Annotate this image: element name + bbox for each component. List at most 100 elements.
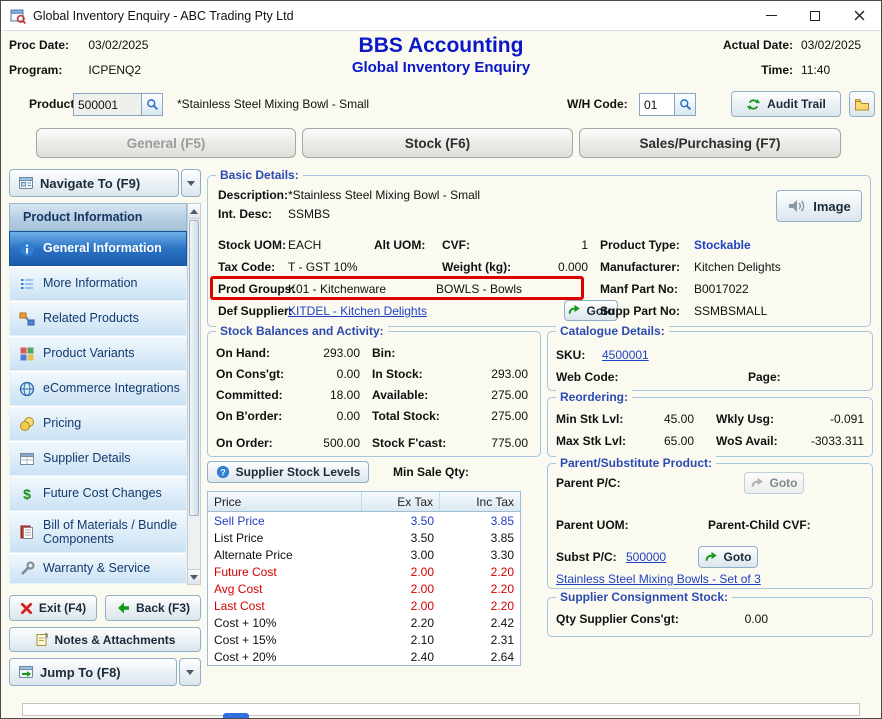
jump-to-dropdown[interactable] bbox=[179, 658, 201, 686]
product-lookup-button[interactable] bbox=[141, 94, 162, 115]
sidebar-item-label: Future Cost Changes bbox=[43, 486, 162, 500]
wh-lookup-button[interactable] bbox=[674, 94, 695, 115]
bom-icon bbox=[19, 524, 35, 540]
sidebar-item-more-information[interactable]: More Information bbox=[9, 266, 187, 301]
price-inc-tax: 2.20 bbox=[440, 582, 520, 596]
minimize-button[interactable] bbox=[749, 1, 793, 30]
price-row[interactable]: Cost + 20% 2.40 2.64 bbox=[208, 648, 520, 665]
navigate-to-dropdown[interactable] bbox=[181, 169, 201, 197]
sidebar-item-pricing[interactable]: Pricing bbox=[9, 406, 187, 441]
web-code-label: Web Code: bbox=[556, 370, 618, 384]
total-stock-value: 275.00 bbox=[436, 409, 528, 423]
close-icon bbox=[854, 10, 865, 21]
price-inc-tax: 2.31 bbox=[440, 633, 520, 647]
stock-row: On Cons'gt: 0.00 In Stock: 293.00 bbox=[208, 367, 540, 383]
titlebar: Global Inventory Enquiry - ABC Trading P… bbox=[1, 1, 881, 31]
sidebar-item-bill-of-materials[interactable]: Bill of Materials / Bundle Components bbox=[9, 511, 187, 553]
proc-date-value: 03/02/2025 bbox=[88, 38, 148, 52]
tab-general[interactable]: General (F5) bbox=[36, 128, 296, 158]
wh-code-label: W/H Code: bbox=[567, 97, 628, 111]
navigate-to-button[interactable]: Navigate To (F9) bbox=[9, 169, 179, 197]
subst-goto-button[interactable]: Goto bbox=[698, 546, 758, 568]
sidebar-scrollbar bbox=[187, 203, 201, 585]
sidebar-section-header: Product Information bbox=[9, 203, 187, 231]
notes-attachments-label: Notes & Attachments bbox=[55, 633, 176, 647]
program-row: Program: ICPENQ2 bbox=[9, 63, 141, 77]
tab-sales-purchasing[interactable]: Sales/Purchasing (F7) bbox=[579, 128, 841, 158]
parent-child-cvf-label: Parent-Child CVF: bbox=[708, 518, 811, 532]
total-stock-label: Total Stock: bbox=[372, 409, 440, 423]
actual-date-row: Actual Date: 03/02/2025 bbox=[703, 38, 873, 52]
def-supplier-link[interactable]: KITDEL - Kitchen Delights bbox=[288, 304, 427, 318]
product-input[interactable] bbox=[74, 94, 141, 115]
wos-avail-label: WoS Avail: bbox=[716, 434, 778, 448]
scroll-up-button[interactable] bbox=[188, 204, 200, 219]
price-table: Price Ex Tax Inc Tax Sell Price 3.50 3.8… bbox=[207, 491, 521, 666]
price-row[interactable]: List Price 3.50 3.85 bbox=[208, 529, 520, 546]
sidebar-item-warranty-service[interactable]: Warranty & Service bbox=[9, 553, 187, 584]
app-icon bbox=[10, 8, 26, 24]
maximize-button[interactable] bbox=[793, 1, 837, 30]
catalogue-details-group: Catalogue Details: SKU: 4500001 Web Code… bbox=[547, 331, 873, 391]
price-row[interactable]: Sell Price 3.50 3.85 bbox=[208, 512, 520, 529]
app-window: Global Inventory Enquiry - ABC Trading P… bbox=[0, 0, 882, 719]
inc-tax-header: Inc Tax bbox=[440, 492, 520, 511]
subst-pc-link[interactable]: 500000 bbox=[626, 550, 666, 564]
jump-to-button[interactable]: Jump To (F8) bbox=[9, 658, 177, 686]
wh-code-field bbox=[639, 93, 696, 116]
sidebar: Navigate To (F9) Product Information Gen… bbox=[9, 167, 201, 691]
sidebar-item-label: More Information bbox=[43, 276, 137, 290]
wh-code-input[interactable] bbox=[640, 94, 674, 115]
basic-details-group: Basic Details: Description: *Stainless S… bbox=[207, 175, 871, 327]
price-row[interactable]: Future Cost 2.00 2.20 bbox=[208, 563, 520, 580]
close-button[interactable] bbox=[837, 1, 881, 30]
tab-stock[interactable]: Stock (F6) bbox=[302, 128, 573, 158]
supplier-stock-levels-label: Supplier Stock Levels bbox=[236, 465, 361, 479]
supplier-stock-levels-button[interactable]: Supplier Stock Levels bbox=[207, 461, 369, 483]
committed-value: 18.00 bbox=[274, 388, 360, 402]
qty-supplier-consgt-value: 0.00 bbox=[718, 612, 768, 626]
price-row[interactable]: Avg Cost 2.00 2.20 bbox=[208, 580, 520, 597]
parent-goto-button[interactable]: Goto bbox=[744, 472, 804, 494]
subst-product-link[interactable]: Stainless Steel Mixing Bowls - Set of 3 bbox=[556, 572, 761, 586]
supplier-grid-icon bbox=[19, 451, 35, 467]
parent-pc-label: Parent P/C: bbox=[556, 476, 621, 490]
price-row[interactable]: Cost + 15% 2.10 2.31 bbox=[208, 631, 520, 648]
price-name: Sell Price bbox=[208, 514, 362, 528]
price-row[interactable]: Cost + 10% 2.20 2.42 bbox=[208, 614, 520, 631]
stock-uom-value: EACH bbox=[288, 238, 321, 252]
ex-tax-header: Ex Tax bbox=[362, 492, 440, 511]
back-label: Back (F3) bbox=[136, 601, 190, 615]
product-label: Product: bbox=[29, 97, 78, 111]
cvf-label: CVF: bbox=[442, 238, 470, 252]
min-sale-qty-label: Min Sale Qty: bbox=[393, 465, 469, 479]
exit-button[interactable]: Exit (F4) bbox=[9, 595, 97, 621]
notes-attachments-button[interactable]: Notes & Attachments bbox=[9, 627, 201, 652]
sidebar-item-future-cost-changes[interactable]: $ Future Cost Changes bbox=[9, 476, 187, 511]
wkly-usg-label: Wkly Usg: bbox=[716, 412, 774, 426]
sidebar-item-general-information[interactable]: General Information bbox=[9, 231, 187, 266]
image-button[interactable]: Image bbox=[776, 190, 862, 222]
back-button[interactable]: Back (F3) bbox=[105, 595, 201, 621]
goto-label: Goto bbox=[724, 550, 752, 564]
parent-substitute-group: Parent/Substitute Product: Parent P/C: G… bbox=[547, 463, 873, 589]
time-row: Time: 11:40 bbox=[703, 63, 873, 77]
sidebar-item-related-products[interactable]: Related Products bbox=[9, 301, 187, 336]
sidebar-item-product-variants[interactable]: Product Variants bbox=[9, 336, 187, 371]
chevron-down-icon bbox=[187, 181, 195, 186]
sidebar-item-ecommerce-integrations[interactable]: eCommerce Integrations bbox=[9, 371, 187, 406]
in-stock-label: In Stock: bbox=[372, 367, 423, 381]
scroll-down-button[interactable] bbox=[188, 569, 200, 584]
audit-trail-button[interactable]: Audit Trail bbox=[731, 91, 841, 117]
price-row[interactable]: Last Cost 2.00 2.20 bbox=[208, 597, 520, 614]
attachments-folder-button[interactable] bbox=[849, 91, 875, 117]
coins-icon bbox=[19, 416, 35, 432]
sidebar-item-supplier-details[interactable]: Supplier Details bbox=[9, 441, 187, 476]
max-stk-lvl-value: 65.00 bbox=[632, 434, 694, 448]
actual-date-label: Actual Date: bbox=[703, 38, 793, 52]
price-inc-tax: 2.20 bbox=[440, 599, 520, 613]
price-row[interactable]: Alternate Price 3.00 3.30 bbox=[208, 546, 520, 563]
image-button-label: Image bbox=[813, 199, 851, 214]
scrollbar-thumb[interactable] bbox=[189, 220, 199, 516]
sku-link[interactable]: 4500001 bbox=[602, 348, 649, 362]
